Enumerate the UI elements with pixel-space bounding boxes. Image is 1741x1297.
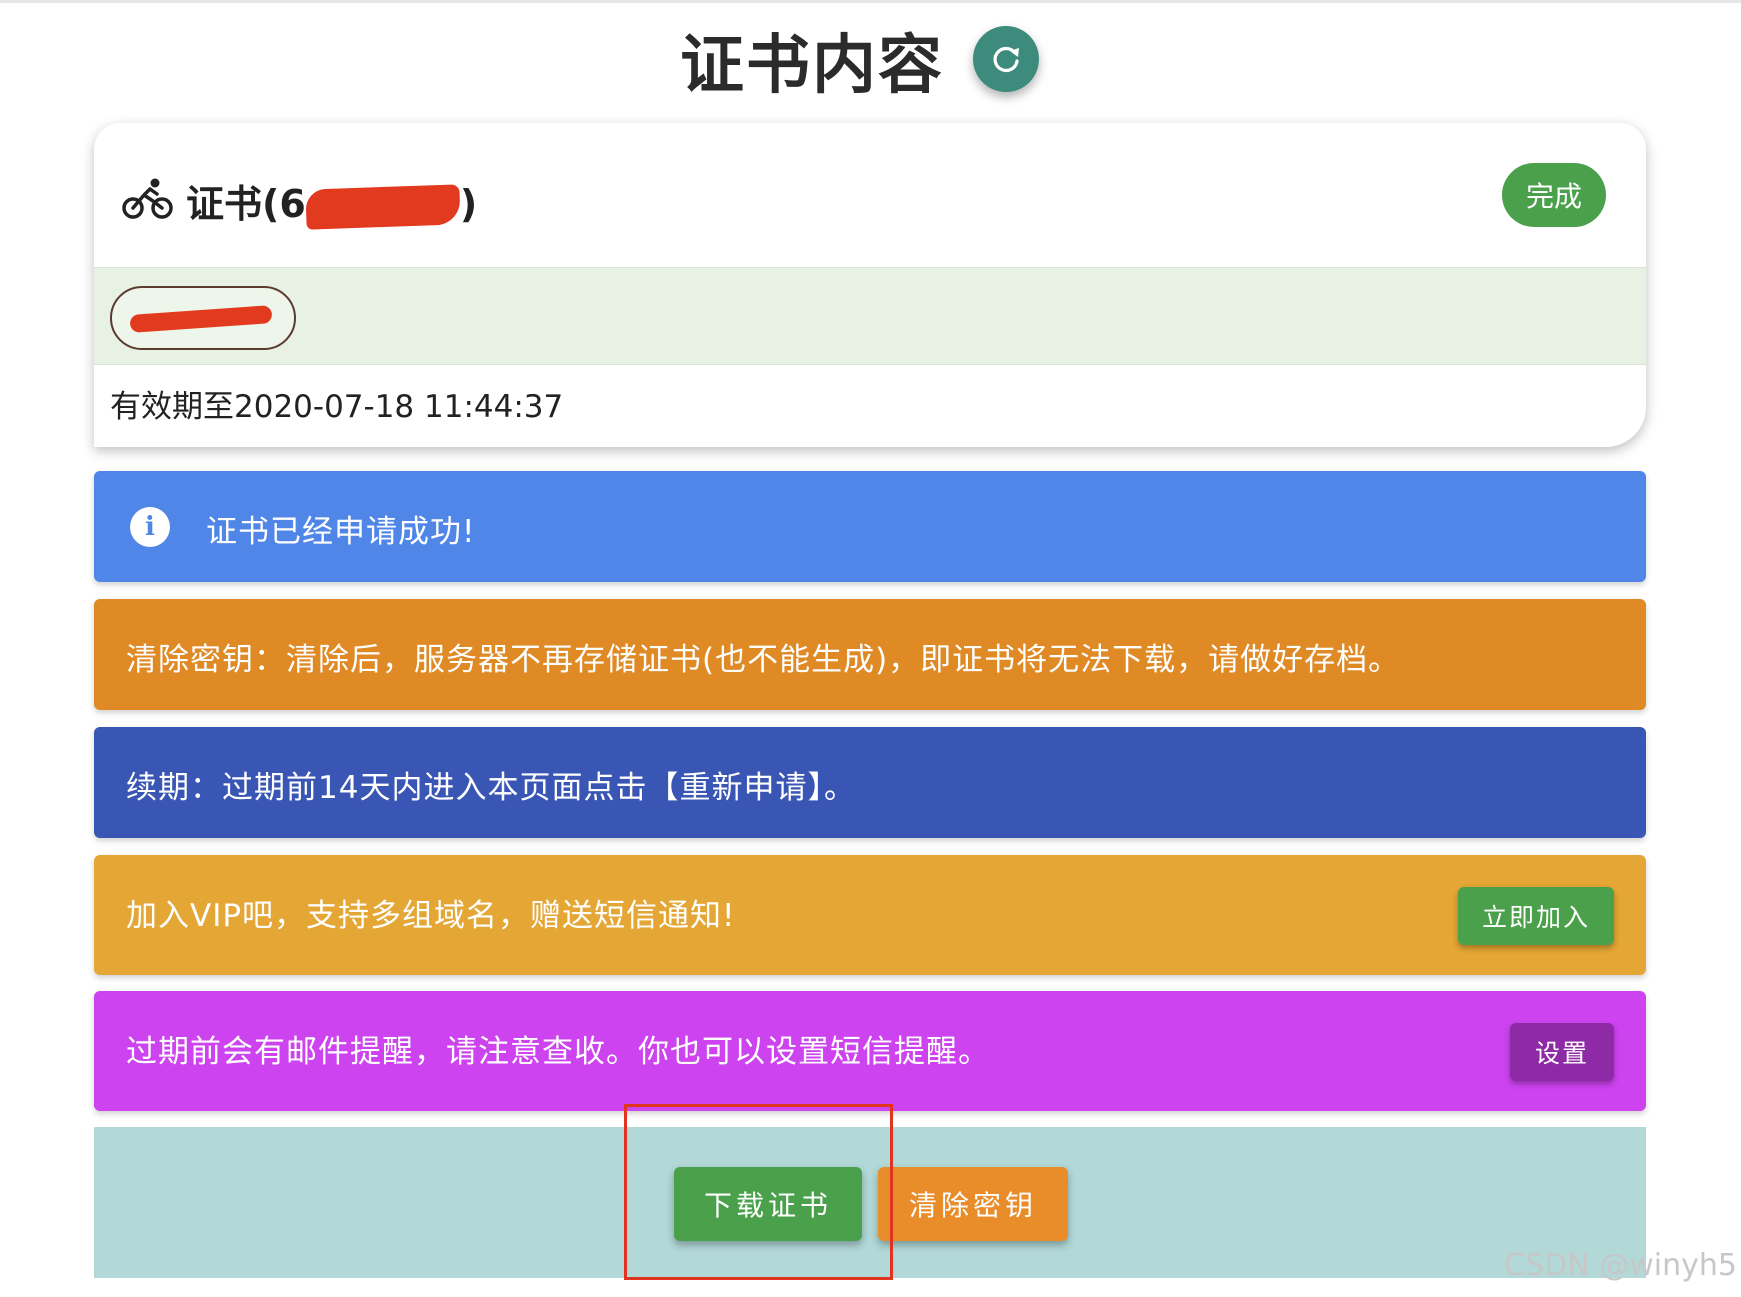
clear-key-alert: 清除密钥：清除后，服务器不再存储证书(也不能生成)，即证书将无法下载，请做好存档… (94, 599, 1646, 710)
join-vip-button[interactable]: 立即加入 (1458, 887, 1614, 945)
page: 证书内容 证书(6) 完成 有效期至2020-07-18 11:44:37 i … (0, 0, 1741, 1297)
top-divider (0, 0, 1741, 3)
page-header: 证书内容 (0, 14, 1741, 114)
renew-alert: 续期：过期前14天内进入本页面点击【重新申请】。 (94, 727, 1646, 838)
vip-alert-text: 加入VIP吧，支持多组域名，赠送短信通知! (126, 898, 736, 934)
page-title: 证书内容 (680, 29, 944, 103)
redaction-mark (305, 183, 461, 230)
certificate-title-prefix: 证书(6 (186, 182, 306, 226)
domain-chip[interactable] (110, 286, 296, 350)
certificate-card: 证书(6) 完成 有效期至2020-07-18 11:44:37 (94, 123, 1646, 447)
info-alert-text: 证书已经申请成功! (206, 514, 476, 550)
highlight-annotation (624, 1104, 893, 1280)
settings-button[interactable]: 设置 (1510, 1023, 1614, 1081)
refresh-button[interactable] (973, 26, 1039, 92)
status-badge: 完成 (1502, 163, 1606, 227)
info-alert: i 证书已经申请成功! (94, 471, 1646, 582)
info-icon: i (130, 507, 170, 547)
redaction-mark (129, 305, 273, 333)
clear-key-alert-text: 清除密钥：清除后，服务器不再存储证书(也不能生成)，即证书将无法下载，请做好存档… (126, 642, 1401, 678)
clear-key-button[interactable]: 清除密钥 (878, 1167, 1068, 1241)
domain-row (94, 267, 1646, 365)
certificate-title-suffix: ) (459, 182, 478, 226)
watermark: CSDN @winyh5 (1504, 1248, 1737, 1283)
vip-alert: 加入VIP吧，支持多组域名，赠送短信通知! 立即加入 (94, 855, 1646, 975)
expiry-text: 有效期至2020-07-18 11:44:37 (110, 389, 564, 425)
certificate-title: 证书(6) (186, 173, 478, 230)
renew-alert-text: 续期：过期前14天内进入本页面点击【重新申请】。 (126, 770, 856, 806)
notify-alert: 过期前会有邮件提醒，请注意查收。你也可以设置短信提醒。 设置 (94, 991, 1646, 1111)
bike-icon (122, 178, 173, 219)
card-header: 证书(6) 完成 (94, 123, 1646, 267)
refresh-icon (993, 46, 1019, 73)
notify-alert-text: 过期前会有邮件提醒，请注意查收。你也可以设置短信提醒。 (126, 1034, 990, 1070)
